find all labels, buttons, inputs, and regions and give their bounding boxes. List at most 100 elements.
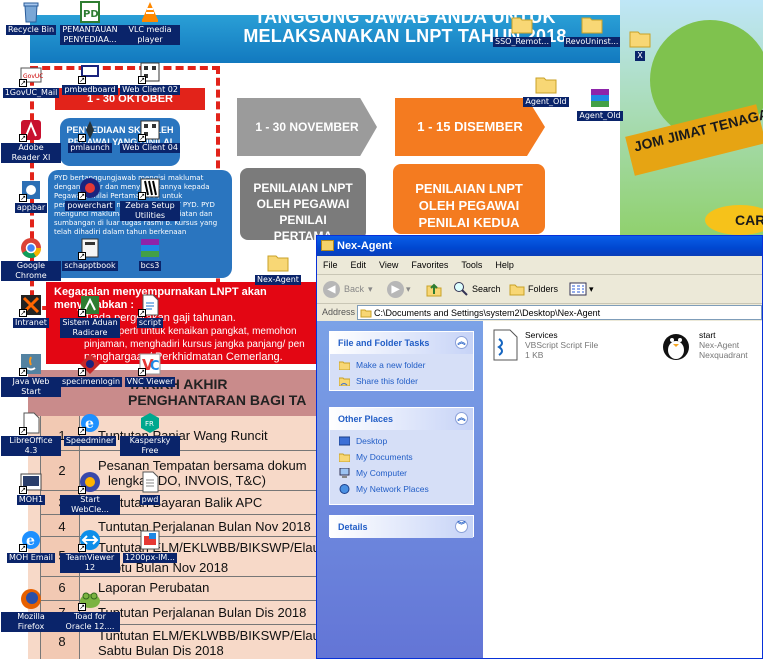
folder-icon (628, 26, 652, 50)
desktop-icon-moh-email[interactable]: e ↗ MOH Email (1, 528, 61, 563)
desktop-icon-label: specimenlogin (60, 377, 123, 387)
menu-edit[interactable]: Edit (351, 260, 367, 270)
mail-icon: GovUC ↗ (19, 63, 43, 87)
desktop-icon-1200px-image[interactable]: 1200px-IM... (120, 528, 180, 563)
folders-button[interactable]: Folders (509, 280, 558, 298)
desktop-icon-bcs3[interactable]: bcs3 (120, 236, 180, 271)
desktop-icon-label: appbar (14, 203, 48, 213)
shortcut-arrow-icon: ↗ (78, 134, 86, 142)
desktop-icon-pmbedboard[interactable]: ↗ pmbedboard (60, 60, 120, 95)
search-button[interactable]: Search (453, 280, 501, 298)
menu-view[interactable]: View (379, 260, 398, 270)
views-button[interactable]: ▾ (569, 280, 594, 298)
desktop-icon-label: Agent_Old (577, 111, 623, 121)
desktop-icon-mozilla-firefox[interactable]: Mozilla Firefox (1, 587, 61, 632)
my-documents-link[interactable]: My Documents (330, 449, 473, 465)
desktop-icon-powerchart[interactable]: ↗ powerchart (60, 176, 120, 211)
menu-favorites[interactable]: Favorites (411, 260, 448, 270)
desktop-icon-label: pmbedboard (62, 85, 118, 95)
wallpaper-date-november: 1 - 30 NOVEMBER (237, 98, 377, 156)
desktop-icon-appbar[interactable]: ↗ appbar (1, 178, 61, 213)
my-computer-link[interactable]: My Computer (330, 465, 473, 481)
desktop-icon-pemantauan[interactable]: PD PEMANTAUAN PENYEDIAA... (60, 0, 120, 45)
desktop-icon-start-webclient[interactable]: ↗ Start WebCle... (60, 470, 120, 515)
desktop-icon-web-client-02[interactable]: ↗ Web Client 02 (120, 60, 180, 95)
app-icon: ↗ (78, 118, 102, 142)
desktop-icon-label: Google Chrome (1, 261, 61, 281)
desktop-icon-label: Adobe Reader XI (1, 143, 61, 163)
address-value: C:\Documents and Settings\system2\Deskto… (374, 308, 601, 318)
new-folder-icon (339, 361, 350, 370)
desktop-icon-agent-old-archive[interactable]: Agent_Old (570, 86, 630, 121)
collapse-icon[interactable]: ︽ (455, 336, 468, 349)
desktop-icon-java-web-start[interactable]: ↗ Java Web Start (1, 352, 61, 397)
make-new-folder-link[interactable]: Make a new folder (330, 357, 473, 373)
shortcut-arrow-icon: ↗ (19, 79, 27, 87)
explorer-window[interactable]: Nex-Agent File Edit View Favorites Tools… (316, 235, 763, 659)
desktop-icon-kaspersky[interactable]: FR Kaspersky Free (120, 411, 180, 456)
desktop-icon-sso-remote[interactable]: SSO_Remot... (492, 12, 552, 47)
desktop-icon-label: Java Web Start (1, 377, 61, 397)
desktop-icon-vnc-viewer[interactable]: V C ↗ VNC Viewer (120, 352, 180, 387)
window-titlebar[interactable]: Nex-Agent (317, 236, 762, 256)
desktop-icon-specimenlogin[interactable]: ↗ specimenlogin (60, 352, 123, 387)
desktop-icon-recycle-bin[interactable]: Recycle Bin (1, 0, 61, 35)
desktop-link[interactable]: Desktop (330, 433, 473, 449)
folder-icon (534, 72, 558, 96)
other-places-header[interactable]: Other Places ︽ (330, 408, 473, 430)
details-header[interactable]: Details ︾ (330, 516, 473, 538)
address-input[interactable]: C:\Documents and Settings\system2\Deskto… (357, 305, 762, 320)
desktop-icon-label: pwd (139, 495, 161, 505)
menu-tools[interactable]: Tools (461, 260, 482, 270)
desktop-icon-moh1[interactable]: ↗ MOH1 (1, 470, 61, 505)
menu-file[interactable]: File (323, 260, 338, 270)
desktop-icon-toad[interactable]: ↗ Toad for Oracle 12.... (60, 587, 120, 632)
folders-label: Folders (528, 284, 559, 294)
desktop-icon-intranet[interactable]: ↗ Intranet (1, 293, 61, 328)
shortcut-arrow-icon: ↗ (138, 368, 146, 376)
forward-button[interactable]: ▶ ▾ (387, 280, 411, 298)
desktop-icon-nex-agent[interactable]: Nex-Agent (248, 250, 308, 285)
desktop-icon-sistem-aduan[interactable]: ↗ Sistem Aduan Radicare (60, 293, 120, 338)
teamviewer-icon: ↗ (78, 528, 102, 552)
desktop-icon-pwd[interactable]: pwd (120, 470, 180, 505)
task-label: Share this folder (356, 376, 418, 386)
desktop-icon-pmlaunch[interactable]: ↗ pmlaunch (60, 118, 120, 153)
desktop-icon-adobe-reader[interactable]: ↗ Adobe Reader XI (1, 118, 61, 163)
desktop-icon-zebra-setup[interactable]: ↗ Zebra Setup Utilities (120, 176, 180, 221)
other-places-title: Other Places (338, 414, 394, 424)
shortcut-arrow-icon: ↗ (78, 427, 86, 435)
desktop-icon-label: Start WebCle... (60, 495, 120, 515)
desktop-icon-schapptbook[interactable]: ↗ schapptbook (60, 236, 120, 271)
my-computer-icon (339, 468, 350, 478)
file-start[interactable]: start Nex-Agent Nexquadrant (659, 329, 759, 367)
ie-icon: e ↗ (78, 411, 102, 435)
desktop-icon-google-chrome[interactable]: Google Chrome (1, 236, 61, 281)
task-label: My Documents (356, 452, 413, 462)
shortcut-arrow-icon: ↗ (19, 309, 27, 317)
file-folder-tasks-header[interactable]: File and Folder Tasks ︽ (330, 332, 473, 354)
file-services[interactable]: Services VBScript Script File 1 KB (491, 329, 601, 367)
share-folder-link[interactable]: Share this folder (330, 373, 473, 389)
desktop-icon-script[interactable]: ↗ script (120, 293, 180, 328)
desktop-icon-web-client-04[interactable]: ↗ Web Client 04 (120, 118, 180, 153)
desktop-icon-libreoffice[interactable]: ↗ LibreOffice 4.3 (1, 411, 61, 456)
svg-text:e: e (26, 533, 35, 549)
desktop-icon-agent-old-folder[interactable]: Agent_Old (516, 72, 576, 107)
back-button[interactable]: ◀ Back ▾ (323, 280, 373, 298)
java-icon: ↗ (19, 352, 43, 376)
desktop-icon-x[interactable]: X (610, 26, 670, 61)
expand-icon[interactable]: ︾ (455, 520, 468, 533)
desktop-icon-vlc[interactable]: VLC media player (120, 0, 180, 45)
up-folder-button[interactable] (425, 280, 443, 298)
my-network-places-link[interactable]: My Network Places (330, 481, 473, 497)
task-label: My Computer (356, 468, 408, 478)
webclient-start-icon: ↗ (78, 470, 102, 494)
collapse-icon[interactable]: ︽ (455, 412, 468, 425)
desktop-icon-label: 1200px-IM... (123, 553, 177, 563)
file-company: Nexquadrant (699, 350, 748, 360)
desktop-icon-teamviewer[interactable]: ↗ TeamViewer 12 (60, 528, 120, 573)
desktop-icon-1govuc-mail[interactable]: GovUC ↗ 1GovUC_Mail (1, 63, 61, 98)
menu-help[interactable]: Help (495, 260, 514, 270)
desktop-icon-speedminer[interactable]: e ↗ Speedminer (60, 411, 120, 446)
